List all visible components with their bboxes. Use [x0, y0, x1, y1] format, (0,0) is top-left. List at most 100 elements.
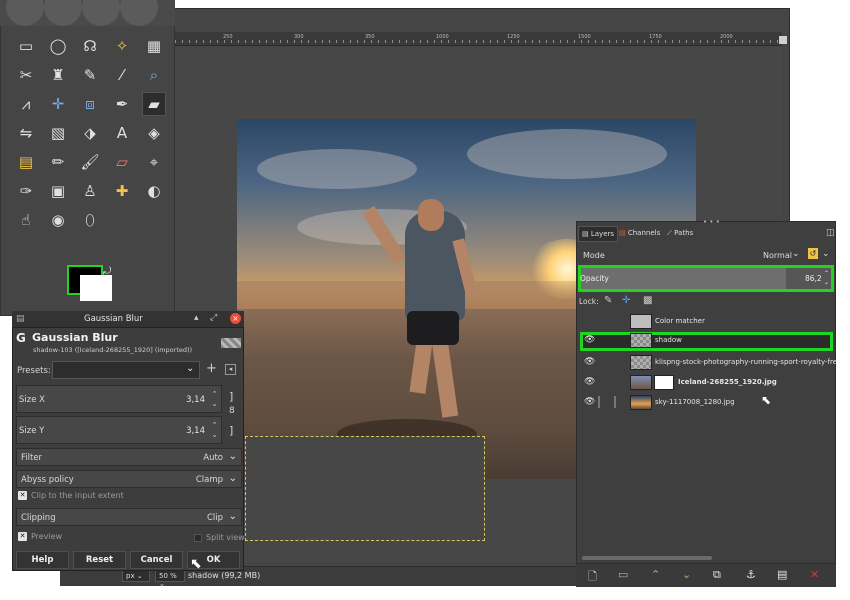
- mode-select[interactable]: Normal: [763, 251, 792, 260]
- eraser-icon[interactable]: ▱: [110, 150, 134, 174]
- fuzzy-select-icon[interactable]: ✧: [110, 34, 134, 58]
- lock-position-icon[interactable]: ✛: [622, 295, 630, 306]
- mode-reset-icon[interactable]: ↺: [808, 248, 818, 259]
- maximize-icon[interactable]: ⤢: [210, 313, 217, 323]
- opacity-value[interactable]: 86,2: [805, 274, 822, 283]
- zoom-icon[interactable]: ⌕: [142, 63, 166, 87]
- selection-marquee[interactable]: [245, 436, 485, 541]
- layer-row[interactable]: 👁 sky-1117008_1280.jpg: [580, 394, 833, 413]
- chain-link-icon[interactable]: 8: [229, 406, 235, 416]
- swap-colors-icon[interactable]: ⤾: [103, 266, 111, 277]
- chevron-down-icon[interactable]: ⌄: [186, 363, 194, 374]
- color-picker-icon[interactable]: ⁄: [110, 63, 134, 87]
- layer-row[interactable]: Color matcher: [580, 313, 833, 332]
- text-icon[interactable]: A: [110, 121, 134, 145]
- lower-layer-icon[interactable]: ⌄: [682, 568, 691, 581]
- layer-mask-thumbnail[interactable]: [654, 375, 674, 390]
- align-icon[interactable]: ⧈: [78, 92, 102, 116]
- zoom-select[interactable]: 50 % ⌄: [155, 570, 185, 588]
- mypaint-icon[interactable]: ▣: [46, 179, 70, 203]
- ink-icon[interactable]: ✑: [14, 179, 38, 203]
- chain-link-icon[interactable]: [598, 396, 600, 408]
- move-icon[interactable]: ✛: [46, 92, 70, 116]
- eye-icon[interactable]: 👁: [584, 377, 595, 387]
- presets-select[interactable]: [52, 361, 200, 379]
- eye-icon[interactable]: 👁: [584, 357, 595, 367]
- help-button[interactable]: Help: [16, 551, 69, 569]
- warp-icon[interactable]: ⬗: [78, 121, 102, 145]
- chevron-down-icon[interactable]: ⌄: [822, 249, 830, 259]
- chevron-down-icon[interactable]: ⌄: [792, 249, 800, 259]
- cancel-button[interactable]: Cancel: [130, 551, 183, 569]
- bucket-fill-icon[interactable]: ⬯: [78, 208, 102, 232]
- abyss-policy-select[interactable]: Abyss policy Clamp ⌄: [16, 470, 242, 488]
- free-select-icon[interactable]: ☊: [78, 34, 102, 58]
- tab-channels[interactable]: ▤ Channels: [616, 226, 663, 242]
- pencil-icon[interactable]: ✏: [46, 150, 70, 174]
- size-x-spinner[interactable]: Size X 3,14 ⌃ ⌄: [16, 385, 222, 413]
- navigate-button[interactable]: [779, 36, 787, 44]
- new-group-icon[interactable]: ▭: [618, 568, 628, 581]
- preset-menu-icon[interactable]: ◂: [225, 364, 236, 375]
- layer-row[interactable]: 👁 Iceland-268255_1920.jpg: [580, 374, 833, 393]
- unit-select[interactable]: px ⌄: [122, 570, 150, 582]
- filter-select[interactable]: Filter Auto ⌄: [16, 448, 242, 466]
- preview-checkbox[interactable]: ✕ Preview: [18, 532, 62, 541]
- minimize-icon[interactable]: ▴: [194, 313, 199, 323]
- check-icon[interactable]: ✕: [18, 491, 27, 500]
- new-layer-icon[interactable]: 🗋: [588, 568, 597, 587]
- spin-arrows-icon[interactable]: ⌃ ⌄: [824, 269, 831, 287]
- cage-icon[interactable]: ▧: [46, 121, 70, 145]
- merge-layer-icon[interactable]: ▤: [777, 568, 787, 581]
- layer-row[interactable]: 👁 shadow: [580, 332, 833, 351]
- clone-icon[interactable]: ♙: [78, 179, 102, 203]
- perspective-icon[interactable]: ▰: [142, 92, 166, 116]
- reset-button[interactable]: Reset: [73, 551, 126, 569]
- window-menu-icon[interactable]: ▤: [16, 314, 25, 324]
- size-y-spinner[interactable]: Size Y 3,14 ⌃ ⌄: [16, 416, 222, 444]
- dock-grip-icon[interactable]: • • •: [703, 218, 720, 226]
- size-x-value[interactable]: 3,14: [186, 395, 205, 405]
- flip-icon[interactable]: ⇋: [14, 121, 38, 145]
- foreground-select-icon[interactable]: ♜: [46, 63, 70, 87]
- clipping-select[interactable]: Clipping Clip ⌄: [16, 508, 242, 526]
- paths-icon[interactable]: ✎: [78, 63, 102, 87]
- heal-icon[interactable]: ✚: [110, 179, 134, 203]
- clip-input-checkbox[interactable]: ✕ Clip to the input extent: [18, 491, 124, 500]
- color-select-icon[interactable]: ▦: [142, 34, 166, 58]
- spin-arrows-icon[interactable]: ⌃ ⌄: [210, 420, 219, 440]
- eye-icon[interactable]: 👁: [584, 397, 595, 407]
- ellipse-select-icon[interactable]: ◯: [46, 34, 70, 58]
- check-icon[interactable]: ✕: [18, 532, 27, 541]
- layer-row[interactable]: 👁 klispng-stock-photography-running-spor…: [580, 354, 837, 373]
- tab-layers[interactable]: ▤ Layers: [578, 226, 619, 242]
- rect-select-icon[interactable]: ▭: [14, 34, 38, 58]
- anchor-layer-icon[interactable]: ⚓: [746, 568, 756, 581]
- smudge-icon[interactable]: ☝: [14, 208, 38, 232]
- duplicate-layer-icon[interactable]: ⧉: [713, 568, 721, 582]
- size-y-value[interactable]: 3,14: [186, 426, 205, 436]
- horizontal-ruler[interactable]: 250 300 350 1000 1250 1500 1750 2000: [175, 32, 782, 46]
- measure-icon[interactable]: ⩘: [14, 92, 38, 116]
- spin-arrows-icon[interactable]: ⌃ ⌄: [210, 389, 219, 409]
- delete-layer-icon[interactable]: ✕: [810, 568, 819, 581]
- gradient-icon[interactable]: ▤: [14, 150, 38, 174]
- lock-alpha-icon[interactable]: ▩: [643, 295, 652, 306]
- tab-paths[interactable]: ⟋ Paths: [664, 226, 696, 242]
- raise-layer-icon[interactable]: ⌃: [651, 568, 660, 581]
- dodge-icon[interactable]: ◐: [142, 179, 166, 203]
- paintbrush-icon[interactable]: 🖌: [78, 150, 102, 174]
- blur-icon[interactable]: ◉: [46, 208, 70, 232]
- scissors-icon[interactable]: ✂: [14, 63, 38, 87]
- chain-link-icon[interactable]: [614, 396, 616, 408]
- airbrush-icon[interactable]: ⌖: [142, 150, 166, 174]
- eye-icon[interactable]: 👁: [584, 335, 595, 345]
- add-preset-icon[interactable]: +: [206, 361, 217, 376]
- horizontal-scrollbar[interactable]: [582, 556, 712, 560]
- checkbox-box[interactable]: [194, 533, 202, 542]
- dock-menu-icon[interactable]: ◫: [826, 228, 835, 238]
- lock-pixels-icon[interactable]: ✎: [604, 295, 612, 306]
- background-color-swatch[interactable]: [80, 275, 112, 301]
- split-view-checkbox[interactable]: Split view: [194, 533, 245, 542]
- unified-transform-icon[interactable]: ◈: [142, 121, 166, 145]
